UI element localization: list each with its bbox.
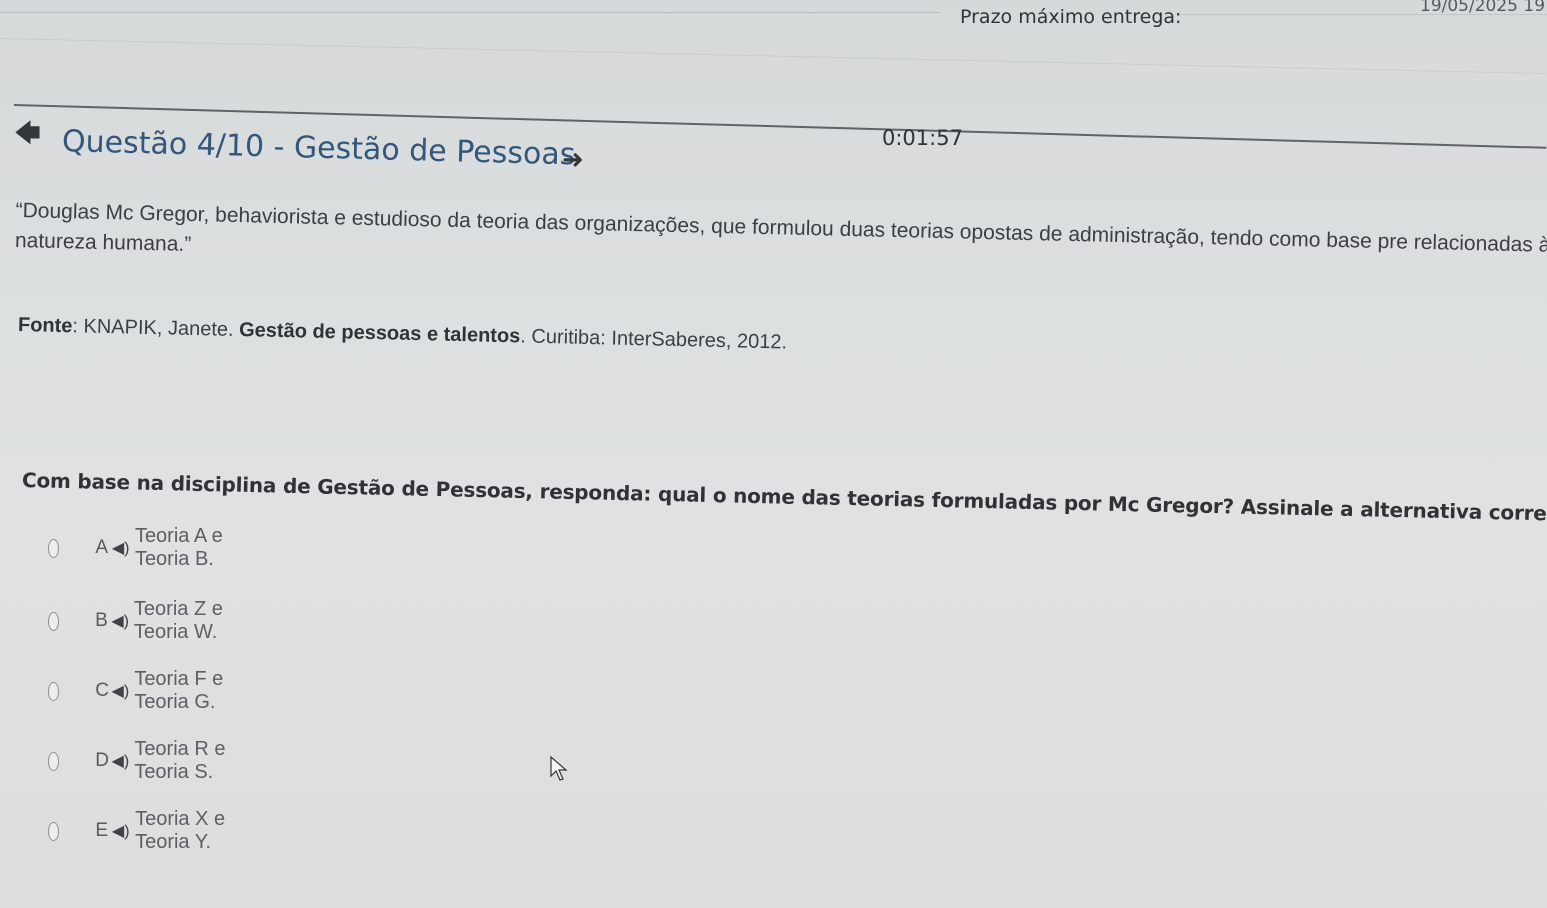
option-text: Teoria X e Teoria Y. (135, 808, 226, 853)
question-title: Questão 4/10 - Gestão de Pessoas (61, 124, 576, 173)
option-a[interactable]: A ◀) Teoria A e Teoria B. (48, 525, 229, 570)
radio-button[interactable] (48, 538, 60, 558)
source-book: Gestão de pessoas e talentos (238, 319, 521, 348)
radio-button[interactable] (48, 751, 60, 771)
question-quote-container: “Douglas Mc Gregor, behaviorista e estud… (0, 196, 1547, 280)
option-letter: E (95, 820, 109, 841)
option-c[interactable]: C ◀) Teoria F e Teoria G. (48, 668, 229, 713)
option-b[interactable]: B ◀) Teoria Z e Teoria W. (48, 598, 229, 643)
option-letter: C (95, 680, 109, 701)
mouse-pointer-icon (550, 756, 568, 781)
option-e[interactable]: E ◀) Teoria X e Teoria Y. (48, 808, 229, 853)
speaker-icon[interactable]: ◀) (112, 538, 135, 558)
top-divider (0, 12, 940, 13)
question-prompt: Com base na disciplina de Gestão de Pess… (21, 468, 1547, 526)
faint-divider (0, 38, 1547, 75)
option-letter: B (95, 610, 108, 631)
speaker-icon[interactable]: ◀) (112, 821, 135, 841)
source-citation: Fonte: KNAPIK, Janete. Gestão de pessoas… (18, 314, 788, 354)
timer: 0:01:57 (882, 126, 963, 150)
speaker-icon[interactable]: ◀) (112, 751, 135, 771)
option-letter: D (95, 750, 109, 771)
option-text: Teoria F e Teoria G. (134, 668, 224, 713)
speaker-icon[interactable]: ◀) (112, 681, 135, 701)
radio-button[interactable] (48, 681, 60, 701)
source-rest: . Curitiba: InterSaberes, 2012. (520, 325, 788, 354)
question-quote: “Douglas Mc Gregor, behaviorista e estud… (14, 198, 1547, 257)
source-label: Fonte (17, 314, 73, 338)
speaker-icon[interactable]: ◀) (111, 611, 134, 631)
option-d[interactable]: D ◀) Teoria R e Teoria S. (48, 738, 229, 783)
option-text: Teoria Z e Teoria W. (133, 598, 223, 643)
arrow-right-icon[interactable]: ➜ (562, 146, 584, 172)
source-author: : KNAPIK, Janete. (72, 315, 240, 342)
deadline-value: 19/05/2025 19 (1420, 0, 1546, 16)
arrow-left-icon[interactable]: 🡄 (14, 120, 41, 146)
option-text: Teoria A e Teoria B. (134, 525, 223, 570)
radio-button[interactable] (48, 821, 60, 841)
option-letter: A (95, 537, 109, 558)
option-text: Teoria R e Teoria S. (134, 738, 226, 783)
deadline-label: Prazo máximo entrega: (960, 6, 1182, 28)
radio-button[interactable] (48, 611, 60, 631)
